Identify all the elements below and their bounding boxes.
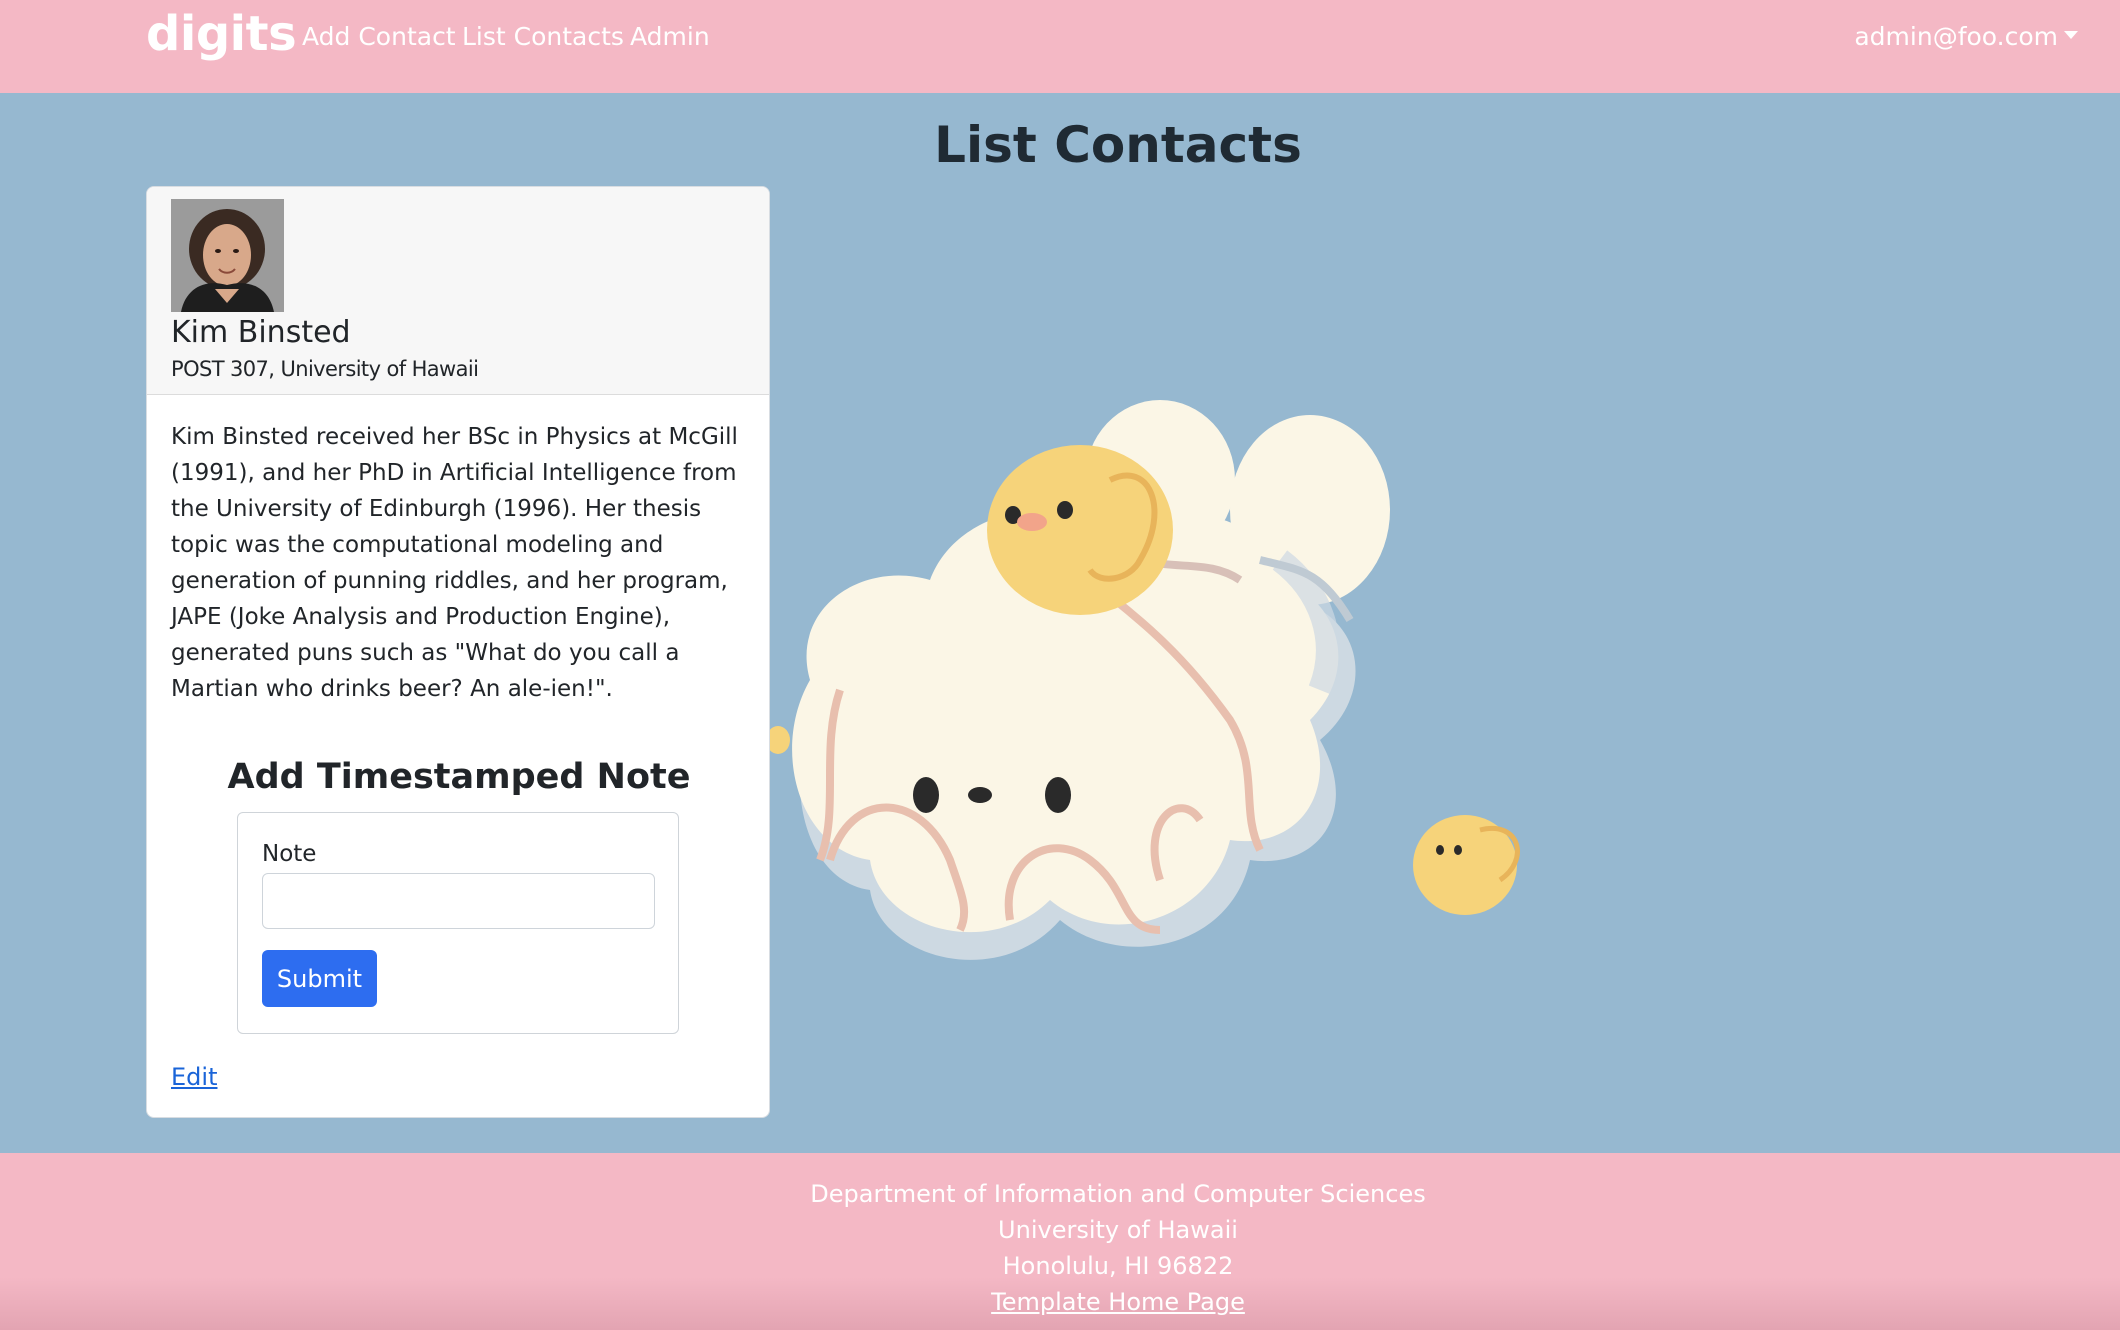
nav-list-contacts[interactable]: List Contacts	[462, 22, 624, 51]
caret-down-icon	[2064, 31, 2078, 39]
user-dropdown[interactable]: admin@foo.com	[1854, 22, 2078, 51]
note-form: Note Submit	[237, 812, 679, 1034]
contact-description: Kim Binsted received her BSc in Physics …	[171, 424, 738, 702]
contact-address: POST 307, University of Hawaii	[171, 357, 479, 381]
nav-add-contact[interactable]: Add Contact	[302, 22, 456, 51]
footer-location: Honolulu, HI 96822	[1002, 1252, 1234, 1280]
note-input[interactable]	[262, 873, 655, 929]
nav-admin[interactable]: Admin	[630, 22, 710, 51]
contact-name: Kim Binsted	[171, 315, 351, 350]
footer: Department of Information and Computer S…	[0, 1153, 2120, 1330]
note-form-heading: Add Timestamped Note	[227, 757, 691, 797]
submit-button[interactable]: Submit	[262, 950, 377, 1007]
navbar: digits Add Contact List Contacts Admin a…	[0, 0, 2120, 93]
brand-logo[interactable]: digits	[146, 6, 297, 62]
user-email: admin@foo.com	[1854, 22, 2058, 51]
template-home-link[interactable]: Template Home Page	[0, 1288, 2120, 1316]
card-header: Kim Binsted POST 307, University of Hawa…	[147, 187, 769, 395]
contact-card: Kim Binsted POST 307, University of Hawa…	[146, 186, 770, 1118]
background-illustration	[766, 400, 1520, 960]
edit-link[interactable]: Edit	[171, 1063, 217, 1091]
avatar-image	[171, 199, 284, 312]
note-label: Note	[262, 841, 317, 867]
page-title: List Contacts	[934, 116, 1302, 174]
footer-department: Department of Information and Computer S…	[810, 1180, 1426, 1208]
contact-avatar	[171, 199, 284, 312]
footer-university: University of Hawaii	[998, 1216, 1238, 1244]
